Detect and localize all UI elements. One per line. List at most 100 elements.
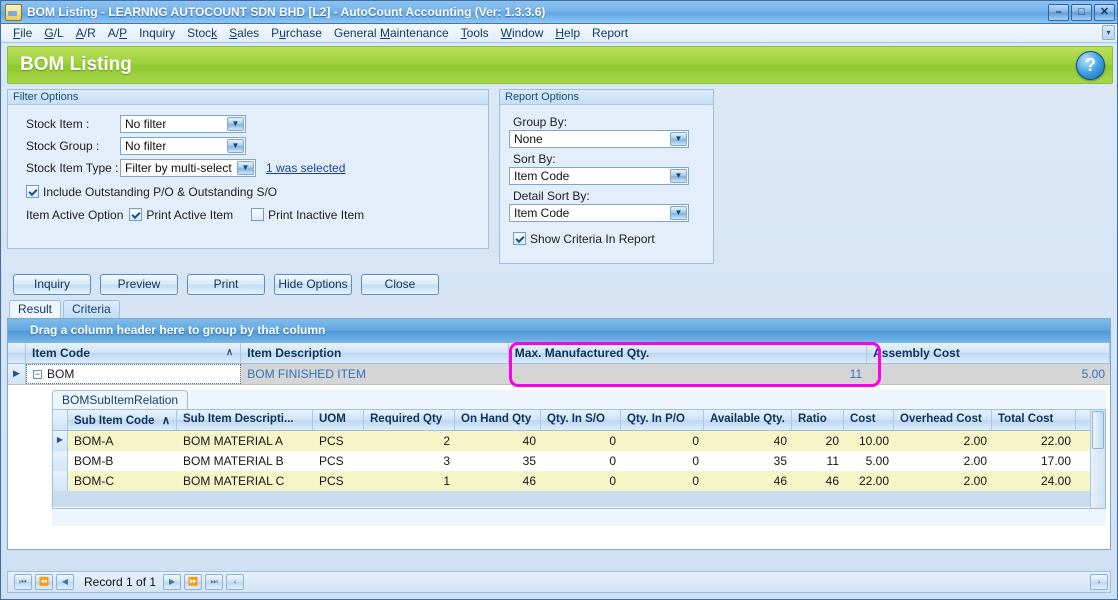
show-criteria-row[interactable]: Show Criteria In Report <box>509 228 713 249</box>
previous-record-button[interactable]: ◀ <box>56 574 74 590</box>
grid-master-row[interactable]: ▶ − BOM BOM FINISHED ITEM 11 5.00 <box>8 364 1110 385</box>
column-header-assembly-cost[interactable]: Assembly Cost <box>867 343 1110 363</box>
cell-available-qty: 46 <box>773 474 787 488</box>
preview-button[interactable]: Preview <box>100 274 178 295</box>
collapse-navigator-button[interactable]: ‹ <box>226 574 245 590</box>
detail-column-header-on-hand-qty[interactable]: On Hand Qty <box>455 410 541 430</box>
menu-item-general-maintenance[interactable]: General Maintenance <box>328 25 455 41</box>
options-row: Filter Options Stock Item : No filter ▼ … <box>7 89 1117 264</box>
column-header-item-description[interactable]: Item Description <box>241 343 509 363</box>
chevron-down-icon[interactable]: ▼ <box>670 132 687 146</box>
cell-sub-item-code: BOM-C <box>74 474 114 488</box>
next-record-button[interactable]: ▶ <box>163 574 182 590</box>
table-row[interactable]: BOM-C BOM MATERIAL C PCS 1 46 0 0 46 46 … <box>53 471 1105 491</box>
master-cell-item-description: BOM FINISHED ITEM <box>247 367 366 381</box>
detail-column-header-sub-item-description[interactable]: Sub Item Descripti... <box>177 410 313 430</box>
detail-sort-by-combo[interactable]: Item Code ▼ <box>509 204 689 222</box>
detail-column-header-qty-in-so[interactable]: Qty. In S/O <box>541 410 621 430</box>
detail-column-header-ratio[interactable]: Ratio <box>792 410 844 430</box>
group-by-value: None <box>514 132 543 146</box>
include-outstanding-checkbox[interactable] <box>26 185 39 198</box>
group-by-drop-panel[interactable]: Drag a column header here to group by th… <box>8 319 1110 343</box>
tab-criteria[interactable]: Criteria <box>63 300 120 318</box>
menu-item-report[interactable]: Report <box>586 25 634 41</box>
maximize-button[interactable]: □ <box>1071 3 1092 21</box>
tab-result[interactable]: Result <box>9 300 62 318</box>
cell-total-cost: 17.00 <box>1040 454 1071 468</box>
menu-item-gl[interactable]: G/L <box>38 25 69 41</box>
include-outstanding-label: Include Outstanding P/O & Outstanding S/… <box>43 184 278 199</box>
close-options-button[interactable]: Close <box>361 274 439 295</box>
menu-item-ar[interactable]: A/R <box>70 25 102 41</box>
print-button[interactable]: Print <box>187 274 265 295</box>
menu-item-stock[interactable]: Stock <box>181 25 223 41</box>
menu-item-tools[interactable]: Tools <box>455 25 495 41</box>
first-record-button[interactable]: ⏮ <box>14 574 32 590</box>
sort-by-combo[interactable]: Item Code ▼ <box>509 167 689 185</box>
cell-overhead-cost: 2.00 <box>963 434 987 448</box>
print-active-item-label: Print Active Item <box>146 207 234 222</box>
show-criteria-checkbox[interactable] <box>513 232 526 245</box>
was-selected-link[interactable]: 1 was selected <box>266 161 345 175</box>
cell-sub-item-code: BOM-B <box>74 454 114 468</box>
menu-scroll-down-icon[interactable]: ▾ <box>1102 25 1115 40</box>
detail-column-header-uom[interactable]: UOM <box>313 410 364 430</box>
collapse-expander-icon[interactable]: − <box>33 370 42 379</box>
column-header-max-manufactured-qty[interactable]: Max. Manufactured Qty. <box>509 343 868 363</box>
detail-vertical-scrollbar[interactable] <box>1090 410 1105 508</box>
menu-item-sales[interactable]: Sales <box>223 25 265 41</box>
detail-sort-by-label: Detail Sort By: <box>513 189 590 203</box>
detail-tab-bomsubitemrelation[interactable]: BOMSubItemRelation <box>52 390 189 409</box>
detail-column-header-qty-in-po[interactable]: Qty. In P/O <box>621 410 704 430</box>
menu-item-file[interactable]: FFileile <box>7 25 38 41</box>
detail-column-header-available-qty[interactable]: Available Qty. <box>704 410 792 430</box>
stock-group-value: No filter <box>125 139 167 153</box>
last-record-button[interactable]: ⏭ <box>205 574 224 590</box>
menu-item-ap[interactable]: A/P <box>102 25 133 41</box>
detail-column-header-cost[interactable]: Cost <box>844 410 894 430</box>
menu-item-purchase[interactable]: Purchase <box>265 25 328 41</box>
menu-item-inquiry[interactable]: Inquiry <box>133 25 181 41</box>
next-page-button[interactable]: ⏩ <box>184 574 203 590</box>
scrollbar-thumb[interactable] <box>1092 411 1104 449</box>
print-inactive-item-label: Print Inactive Item <box>268 207 365 222</box>
chevron-down-icon[interactable]: ▼ <box>670 206 687 220</box>
expand-navigator-button[interactable]: › <box>1090 574 1108 590</box>
close-button[interactable]: ✕ <box>1094 3 1115 21</box>
chevron-down-icon[interactable]: ▼ <box>237 161 254 175</box>
stock-item-combo[interactable]: No filter ▼ <box>120 115 246 133</box>
group-by-combo[interactable]: None ▼ <box>509 130 689 148</box>
inquiry-button[interactable]: Inquiry <box>13 274 91 295</box>
detail-column-header-sub-item-code[interactable]: Sub Item Code ∧ <box>68 410 177 430</box>
detail-column-header-overhead-cost[interactable]: Overhead Cost <box>894 410 992 430</box>
chevron-down-icon[interactable]: ▼ <box>227 117 244 131</box>
menu-item-help[interactable]: Help <box>549 25 586 41</box>
table-row[interactable]: BOM-B BOM MATERIAL B PCS 3 35 0 0 35 11 … <box>53 451 1105 471</box>
detail-column-header-required-qty[interactable]: Required Qty <box>364 410 455 430</box>
hide-options-button[interactable]: Hide Options <box>274 274 352 295</box>
sort-by-value: Item Code <box>514 169 570 183</box>
sort-by-label: Sort By: <box>513 152 556 166</box>
master-cell-item-code[interactable]: − BOM <box>26 364 242 384</box>
master-item-code-value: BOM <box>47 367 75 381</box>
chevron-down-icon[interactable]: ▼ <box>227 139 244 153</box>
stock-group-combo[interactable]: No filter ▼ <box>120 137 246 155</box>
stock-item-type-combo[interactable]: Filter by multi-select ▼ <box>120 159 256 177</box>
column-header-item-code[interactable]: Item Code ∧ <box>26 343 242 363</box>
help-icon[interactable]: ? <box>1076 51 1105 80</box>
include-outstanding-row[interactable]: Include Outstanding P/O & Outstanding S/… <box>26 181 488 202</box>
detail-sort-by-value: Item Code <box>514 206 570 220</box>
minimize-button[interactable]: – <box>1048 3 1069 21</box>
chevron-down-icon[interactable]: ▼ <box>670 169 687 183</box>
print-inactive-item-checkbox[interactable] <box>251 208 265 221</box>
previous-page-button[interactable]: ⏪ <box>35 574 53 590</box>
action-buttons: Inquiry Preview Print Hide Options Close <box>13 274 1117 295</box>
table-row[interactable]: ▶ BOM-A BOM MATERIAL A PCS 2 40 0 0 40 2… <box>53 431 1105 451</box>
group-by-label: Group By: <box>513 115 568 129</box>
filter-options-caption: Filter Options <box>8 90 488 105</box>
menu-item-window[interactable]: Window <box>495 25 550 41</box>
row-indicator-header <box>8 343 26 363</box>
sort-ascending-icon: ∧ <box>225 347 234 358</box>
print-active-item-checkbox[interactable] <box>129 208 143 221</box>
detail-column-header-total-cost[interactable]: Total Cost <box>992 410 1076 430</box>
